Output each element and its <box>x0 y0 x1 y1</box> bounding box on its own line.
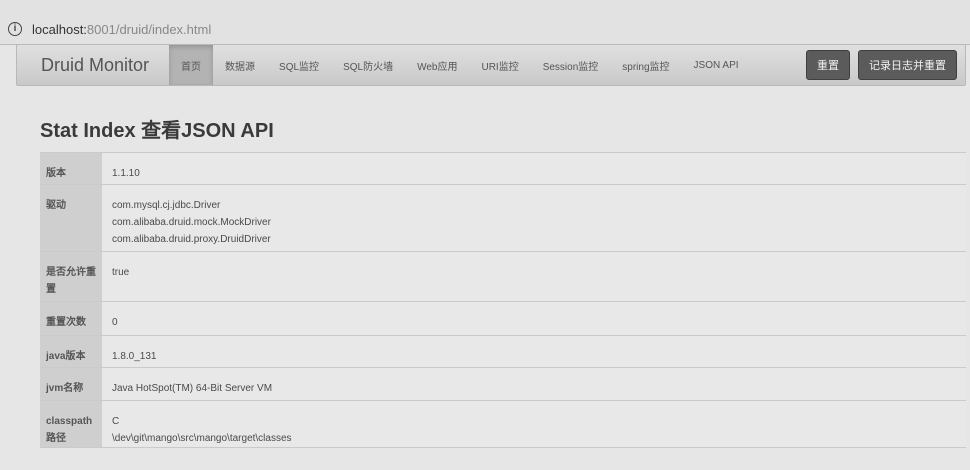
row-value: Java HotSpot(TM) 64-Bit Server VM <box>102 367 966 401</box>
value-line: true <box>112 267 130 278</box>
nav-item-0[interactable]: 首页 <box>169 45 214 85</box>
value-line: Java HotSpot(TM) 64-Bit Server VM <box>112 383 273 394</box>
row-key: 驱动 <box>40 184 102 252</box>
browser-window: i localhost: 8001/druid/index.html Druid… <box>0 0 970 470</box>
reset-button[interactable]: 重置 <box>806 50 850 80</box>
row-key: classpath路径 <box>40 400 102 448</box>
nav-item-1[interactable]: 数据源 <box>213 45 267 85</box>
value-line: com.mysql.cj.jdbc.Driver <box>112 200 221 211</box>
row-value: com.mysql.cj.jdbc.Driver com.alibaba.drui… <box>102 184 966 252</box>
row-value: 1.8.0_131 <box>102 335 966 368</box>
row-value: 1.1.10 <box>102 152 966 185</box>
page-title: Stat Index 查看JSON API <box>40 120 274 142</box>
value-line: C <box>112 416 120 427</box>
table-row: jvm名称 Java HotSpot(TM) 64-Bit Server VM <box>40 367 966 401</box>
info-icon[interactable]: i <box>8 22 22 36</box>
nav-item-8[interactable]: JSON API <box>682 45 751 85</box>
url-host: localhost: <box>32 21 87 37</box>
row-value: 0 <box>102 301 966 336</box>
nav-item-6[interactable]: Session监控 <box>531 45 611 85</box>
row-value: true <box>102 251 966 302</box>
row-value: C \dev\git\mango\src\mango\target\classes <box>102 400 966 448</box>
log-and-reset-button[interactable]: 记录日志并重置 <box>858 50 957 80</box>
address-bar[interactable]: i localhost: 8001/druid/index.html <box>0 0 970 45</box>
row-key: 重置次数 <box>40 301 102 336</box>
brand-title[interactable]: Druid Monitor <box>17 55 169 76</box>
table-row: java版本 1.8.0_131 <box>40 335 966 368</box>
value-line: \dev\git\mango\src\mango\target\classes <box>112 433 292 444</box>
row-key: 版本 <box>40 152 102 185</box>
value-line: com.alibaba.druid.proxy.DruidDriver <box>112 234 271 245</box>
navbar: Druid Monitor 首页 数据源 SQL监控 SQL防火墙 Web应用 URI监控… <box>16 44 966 86</box>
value-line: 0 <box>112 317 118 328</box>
table-row: 驱动 com.mysql.cj.jdbc.Driver com.alibaba.dr… <box>40 184 966 252</box>
table-row: 重置次数 0 <box>40 301 966 336</box>
row-key: jvm名称 <box>40 367 102 401</box>
url-path: 8001/druid/index.html <box>86 21 212 37</box>
row-key: 是否允许重置 <box>40 251 102 302</box>
nav-item-7[interactable]: spring监控 <box>610 45 681 85</box>
nav-item-2[interactable]: SQL监控 <box>267 45 331 85</box>
url-field[interactable]: i localhost: 8001/druid/index.html <box>8 16 958 42</box>
nav-buttons: 重置 记录日志并重置 <box>806 50 965 80</box>
stat-table: 版本 1.1.10 驱动 com.mysql.cj.jdbc.Driver com.al… <box>40 152 966 448</box>
table-row: 版本 1.1.10 <box>40 152 966 185</box>
value-line: 1.1.10 <box>112 168 140 179</box>
nav-menu: 首页 数据源 SQL监控 SQL防火墙 Web应用 URI监控 Session监控 sprin… <box>169 45 751 85</box>
value-line: com.alibaba.druid.mock.MockDriver <box>112 217 271 228</box>
nav-item-3[interactable]: SQL防火墙 <box>331 45 405 85</box>
nav-item-4[interactable]: Web应用 <box>405 45 469 85</box>
nav-item-5[interactable]: URI监控 <box>469 45 530 85</box>
row-key: java版本 <box>40 335 102 368</box>
table-row: 是否允许重置 true <box>40 251 966 302</box>
table-row: classpath路径 C \dev\git\mango\src\mango\tar… <box>40 400 966 448</box>
value-line: 1.8.0_131 <box>112 351 157 362</box>
